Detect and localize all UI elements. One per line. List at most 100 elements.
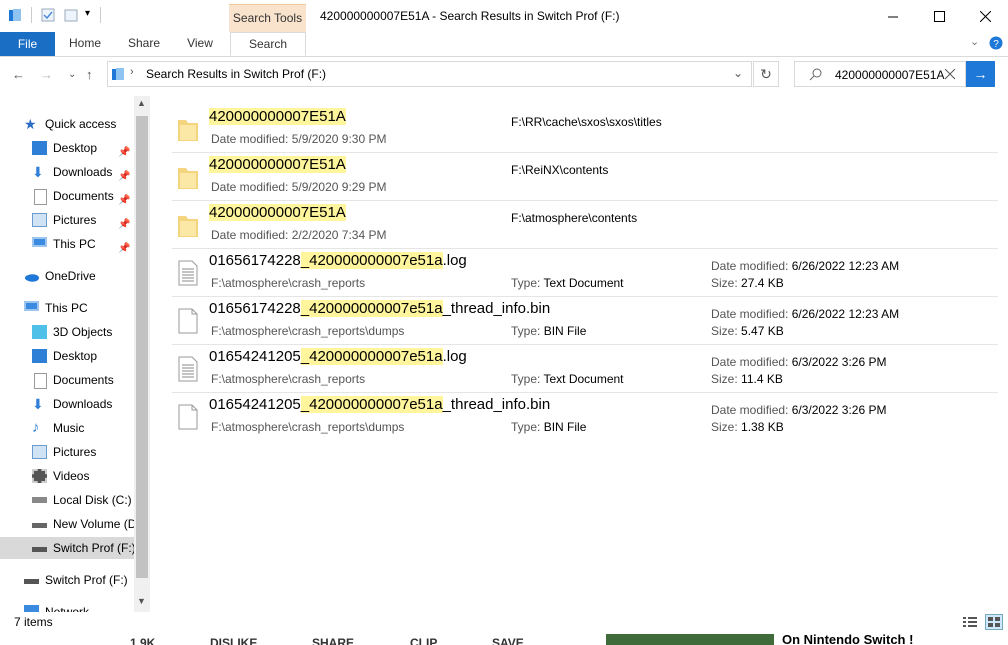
file-name: 01656174228_420000000007e51a_thread_info…	[209, 300, 551, 317]
qa-separator	[100, 7, 101, 23]
share-label: SHARE	[312, 636, 355, 645]
nav-label: Local Disk (C:)	[53, 493, 132, 507]
scroll-up-icon[interactable]: ▲	[137, 98, 146, 108]
nav-label: Music	[53, 421, 85, 435]
drive-icon	[32, 547, 47, 552]
clear-search-icon[interactable]	[945, 69, 956, 80]
minimize-icon	[887, 16, 898, 17]
properties-icon[interactable]	[41, 8, 55, 22]
svg-text:?: ?	[993, 39, 999, 50]
nav-item-qa-this-pc[interactable]: This PC 📌	[32, 233, 134, 255]
desktop-icon	[32, 349, 47, 363]
file-type: Type: BIN File	[511, 324, 587, 338]
date-modified: Date modified: 5/9/2020 9:30 PM	[211, 132, 387, 146]
downloads-icon: ⬇	[32, 164, 44, 180]
refresh-icon: ↻	[760, 65, 772, 82]
text-document-icon	[178, 356, 198, 382]
search-icon	[809, 68, 822, 81]
file-type: Type: Text Document	[511, 372, 624, 386]
nav-item-qa-downloads[interactable]: ⬇ Downloads 📌	[32, 161, 134, 183]
drive-icon	[32, 523, 47, 528]
nav-label: OneDrive	[45, 269, 96, 283]
forward-arrow-icon[interactable]: →	[40, 67, 53, 82]
file-name: 420000000007E51A	[209, 204, 346, 221]
generic-file-icon	[178, 404, 198, 430]
videos-icon	[32, 469, 47, 483]
file-type: Type: Text Document	[511, 276, 624, 290]
tab-view[interactable]: View	[180, 32, 220, 56]
result-row[interactable]: 420000000007E51A Date modified: 5/9/2020…	[172, 104, 998, 153]
nav-label: Desktop	[53, 349, 98, 363]
search-go-button[interactable]: →	[966, 61, 995, 87]
nav-item-qa-desktop[interactable]: Desktop 📌	[32, 137, 134, 159]
address-bar[interactable]: › Search Results in Switch Prof (F:) ⌄	[107, 61, 752, 87]
search-input[interactable]: 420000000007E51A	[835, 68, 944, 82]
customize-qa-dropdown-icon[interactable]: ▾	[85, 8, 90, 19]
nav-pane-scrollbar[interactable]: ▲ ▼	[134, 96, 150, 612]
search-results-location-icon	[112, 68, 124, 80]
search-box[interactable]: 420000000007E51A	[794, 61, 966, 87]
tab-share[interactable]: Share	[122, 32, 166, 56]
window-title: 420000000007E51A - Search Results in Swi…	[320, 9, 620, 23]
pictures-icon	[32, 445, 47, 459]
scroll-down-icon[interactable]: ▼	[137, 596, 146, 606]
close-button[interactable]	[962, 0, 1008, 32]
new-folder-icon[interactable]	[64, 8, 78, 22]
drive-icon	[24, 579, 39, 584]
nav-label: This PC	[53, 237, 96, 251]
details-view-icon[interactable]	[962, 615, 978, 629]
recent-locations-chevron-icon[interactable]: ⌄	[68, 69, 76, 80]
result-row[interactable]: 01656174228_420000000007e51a_thread_info…	[172, 296, 998, 345]
file-name: 420000000007E51A	[209, 156, 346, 173]
result-row[interactable]: 01654241205_420000000007e51a.log F:\atmo…	[172, 344, 998, 393]
ribbon-minimize-chevron-icon[interactable]: ⌄	[970, 35, 979, 48]
nav-label: Pictures	[53, 213, 97, 227]
result-row[interactable]: 420000000007E51A Date modified: 2/2/2020…	[172, 200, 998, 249]
nav-label: Switch Prof (F:)	[45, 573, 128, 587]
nav-item-qa-documents[interactable]: Documents 📌	[32, 185, 134, 207]
tab-home[interactable]: Home	[62, 32, 108, 56]
folder-path: F:\ReiNX\contents	[511, 163, 609, 177]
match-highlight: _420000000007e51a	[300, 252, 443, 269]
documents-icon	[34, 189, 47, 205]
search-tools-context-tab: Search Tools	[229, 4, 306, 33]
nav-label: Downloads	[53, 397, 113, 411]
back-arrow-icon[interactable]: ←	[12, 67, 25, 82]
file-size: Size: 11.4 KB	[711, 372, 783, 386]
refresh-button[interactable]: ↻	[753, 61, 779, 87]
help-icon[interactable]: ?	[989, 36, 1003, 50]
address-dropdown-icon[interactable]: ⌄	[733, 66, 743, 80]
maximize-button[interactable]	[916, 0, 962, 32]
tab-search[interactable]: Search	[230, 32, 306, 56]
minimize-button[interactable]	[870, 0, 916, 32]
scrollbar-thumb[interactable]	[136, 116, 148, 578]
large-icons-view-icon[interactable]	[985, 614, 1003, 630]
star-icon: ★	[24, 116, 37, 132]
result-row[interactable]: 01656174228_420000000007e51a.log F:\atmo…	[172, 248, 998, 297]
tab-file[interactable]: File	[0, 32, 55, 56]
file-folder: F:\atmosphere\crash_reports\dumps	[211, 420, 405, 434]
file-folder: F:\atmosphere\crash_reports	[211, 372, 366, 386]
nav-label: Downloads	[53, 165, 113, 179]
onedrive-cloud-icon	[24, 274, 39, 282]
result-row[interactable]: 420000000007E51A Date modified: 5/9/2020…	[172, 152, 998, 201]
close-icon	[979, 10, 991, 22]
file-type: Type: BIN File	[511, 420, 587, 434]
breadcrumb-chevron-icon[interactable]: ›	[130, 66, 134, 78]
up-arrow-icon[interactable]: ↑	[86, 67, 93, 82]
date-modified: Date modified: 6/3/2022 3:26 PM	[711, 403, 887, 417]
downloads-icon: ⬇	[32, 396, 44, 412]
date-modified: Date modified: 6/26/2022 12:23 AM	[711, 307, 900, 321]
nav-item-switch-prof-selected[interactable]: Switch Prof (F:)	[0, 537, 136, 559]
result-row[interactable]: 01654241205_420000000007e51a_thread_info…	[172, 392, 998, 440]
music-icon: ♪	[32, 419, 40, 436]
dislike-label: DISLIKE	[210, 636, 258, 645]
nav-item-qa-pictures[interactable]: Pictures 📌	[32, 209, 134, 231]
computer-icon	[32, 237, 47, 247]
match-highlight: _420000000007e51a	[300, 300, 443, 317]
date-modified: Date modified: 5/9/2020 9:29 PM	[211, 180, 387, 194]
folder-icon	[178, 168, 198, 189]
file-name: 01656174228_420000000007e51a.log	[209, 252, 467, 269]
nav-label: Documents	[53, 189, 114, 203]
breadcrumb-path[interactable]: Search Results in Switch Prof (F:)	[146, 67, 326, 81]
